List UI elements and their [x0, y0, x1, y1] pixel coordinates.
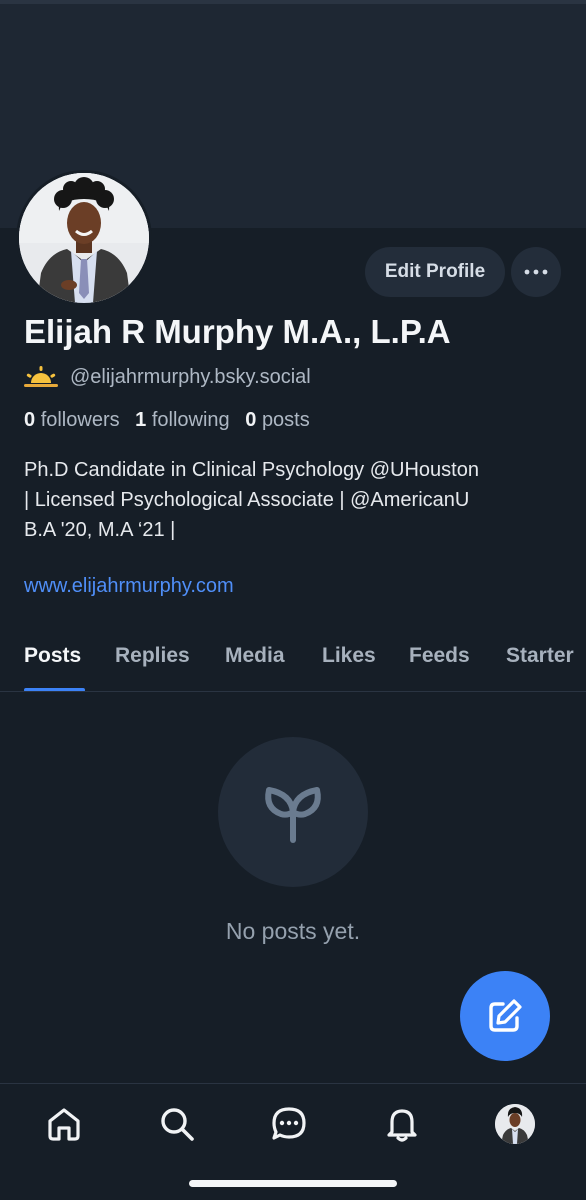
home-icon [48, 1108, 80, 1141]
bio-line: Ph.D Candidate in Clinical Psychology @U… [24, 459, 479, 481]
tab-media[interactable]: Media [225, 644, 285, 668]
bio-line: | Licensed Psychological Associate | @Am… [24, 489, 470, 511]
website-link[interactable]: www.elijahrmurphy.com [24, 575, 234, 598]
more-options-button[interactable] [511, 247, 561, 297]
edit-profile-label: Edit Profile [384, 261, 486, 282]
tab-posts[interactable]: Posts [24, 644, 81, 668]
tab-replies[interactable]: Replies [115, 644, 190, 668]
nav-search[interactable] [157, 1104, 197, 1144]
following-stat[interactable]: 1 following [135, 409, 230, 431]
profile-avatar[interactable] [16, 170, 152, 306]
nav-profile[interactable] [495, 1104, 535, 1144]
display-name: Elijah R Murphy M.A., L.P.A [24, 313, 451, 350]
home-indicator[interactable] [189, 1180, 397, 1187]
search-icon [161, 1108, 194, 1141]
bio-line: B.A '20, M.A ‘21 | [24, 519, 176, 541]
profile-avatar-small [495, 1104, 535, 1144]
ellipsis-icon [524, 269, 548, 275]
profile-stats: 0 followers 1 following 0 posts [24, 409, 310, 432]
posts-stat: 0 posts [245, 409, 310, 431]
tab-likes[interactable]: Likes [322, 644, 376, 668]
sprout-icon [265, 787, 321, 843]
empty-state-badge [218, 737, 368, 887]
bell-icon [387, 1109, 417, 1142]
compose-post-button[interactable] [460, 971, 550, 1061]
tab-starter[interactable]: Starter [506, 644, 574, 668]
sunrise-emoji-icon [24, 366, 58, 387]
profile-tabs: Posts Replies Media Likes Feeds Starter [0, 622, 586, 692]
chat-icon [272, 1107, 306, 1140]
followers-stat[interactable]: 0 followers [24, 409, 120, 431]
empty-state-message: No posts yet. [225, 918, 361, 944]
edit-profile-button[interactable]: Edit Profile [365, 247, 505, 297]
compose-icon [489, 999, 522, 1032]
nav-notifications[interactable] [382, 1104, 422, 1144]
active-tab-indicator [24, 688, 85, 691]
profile-bio: Ph.D Candidate in Clinical Psychology @U… [24, 455, 569, 545]
profile-screen: Edit Profile Elijah R Murphy M.A., L.P.A… [0, 0, 586, 1200]
nav-home[interactable] [44, 1104, 84, 1144]
tab-feeds[interactable]: Feeds [409, 644, 470, 668]
handle-row: @elijahrmurphy.bsky.social [24, 365, 311, 389]
nav-chat[interactable] [269, 1104, 309, 1144]
avatar-photo [19, 173, 149, 303]
user-handle: @elijahrmurphy.bsky.social [70, 365, 311, 388]
